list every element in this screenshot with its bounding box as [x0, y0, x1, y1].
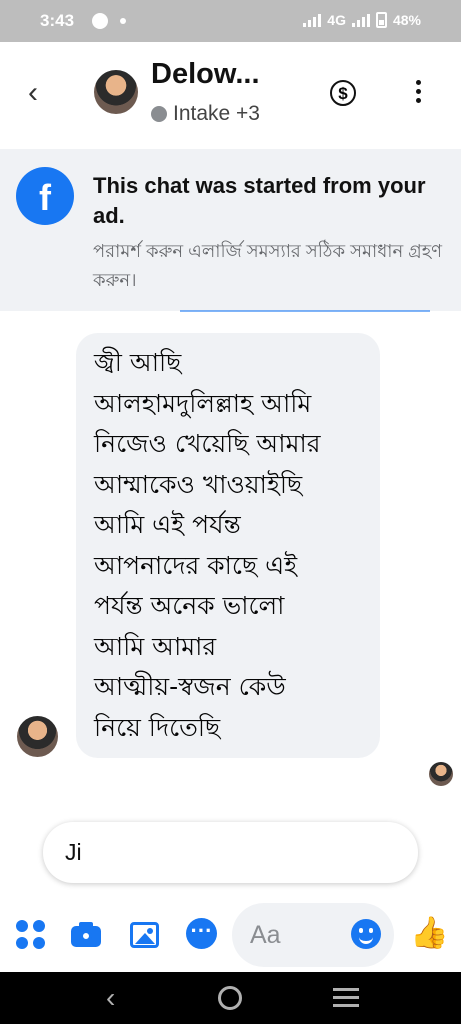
contact-subtitle: Intake +3 [151, 102, 260, 126]
status-bar: 3:43 4G 48% [0, 0, 461, 42]
thumbs-up-icon[interactable]: 👍 [410, 916, 449, 950]
emoji-icon[interactable] [351, 919, 381, 949]
message-line: আলহামদুলিল্লাহ আমি [94, 388, 312, 418]
message-line: নিজেও খেয়েছি আমার [94, 429, 321, 458]
message-line: জ্বী আছি [94, 348, 182, 377]
apps-icon[interactable] [14, 918, 46, 950]
contact-avatar[interactable] [94, 70, 138, 114]
message-line: আমি এই পর্যন্ত [94, 510, 241, 539]
signal-icon [351, 13, 370, 27]
message-line: পর্যন্ত অনেক ভালো [94, 591, 285, 620]
back-icon[interactable]: ‹ [28, 78, 38, 108]
quick-reply-suggestion[interactable]: Ji [43, 822, 418, 883]
banner-title: This chat was started from your ad. [93, 173, 426, 228]
composer-bar: ··· Aa 👍 [0, 900, 461, 972]
nav-back-icon[interactable]: ‹ [106, 982, 115, 1014]
battery-icon [375, 12, 387, 28]
gallery-icon[interactable] [129, 918, 161, 950]
status-time: 3:43 [40, 11, 75, 30]
sender-avatar[interactable] [17, 716, 58, 757]
banner-divider [180, 310, 430, 312]
messenger-icon [92, 13, 108, 29]
message-line: আপনাদের কাছে এই [94, 550, 298, 580]
wifi-signal-icon [303, 13, 322, 27]
camera-icon[interactable] [70, 918, 102, 950]
message-line: আত্মীয়-স্বজন কেউ [94, 672, 286, 701]
chat-bubble-icon[interactable]: ··· [186, 918, 217, 949]
battery-level: 48% [392, 12, 421, 28]
banner-message: পরামর্শ করুন এলার্জি সমস্যার সঠিক সমাধান… [93, 241, 443, 290]
nav-home-icon[interactable] [218, 986, 242, 1010]
ad-origin-banner: f This chat was started from your ad. পর… [0, 149, 461, 311]
contact-label: Intake +3 [173, 102, 260, 125]
contact-name[interactable]: Delow... [151, 58, 260, 91]
read-receipt-avatar [429, 762, 453, 786]
status-indicators: 4G 48% [303, 12, 421, 28]
nav-recents-icon[interactable] [333, 988, 359, 1007]
message-line: আমি আমার [94, 631, 217, 661]
presence-dot-icon [151, 106, 167, 122]
facebook-logo-icon: f [16, 167, 74, 225]
message-line: নিয়ে দিতেছি [94, 712, 221, 742]
chat-header: ‹ Delow... Intake +3 $ [0, 42, 461, 146]
system-nav-bar: ‹ [0, 972, 461, 1024]
network-type: 4G [327, 12, 346, 28]
payment-icon[interactable]: $ [330, 80, 356, 106]
notification-dot-icon [120, 18, 126, 24]
more-options-icon[interactable] [414, 80, 422, 103]
message-line: আম্মাকেও খাওয়াইছি [94, 469, 303, 499]
message-bubble[interactable]: জ্বী আছি আলহামদুলিল্লাহ আমি নিজেও খেয়েছ… [76, 333, 380, 758]
